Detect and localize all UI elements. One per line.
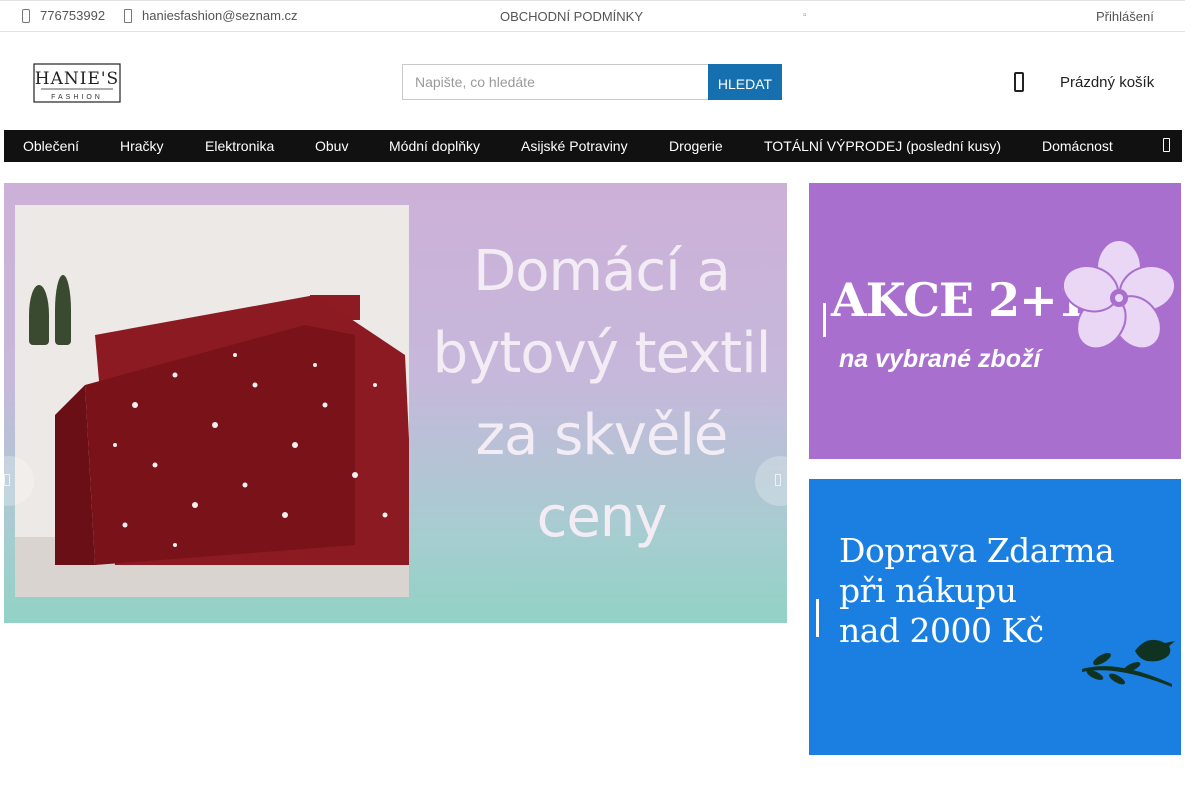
nav-item-modni-doplnky[interactable]: Módní doplňky bbox=[389, 138, 480, 154]
mail-icon bbox=[124, 8, 132, 23]
bedding-image bbox=[55, 295, 409, 565]
bedding-photo bbox=[15, 205, 409, 597]
logo[interactable]: HANIE'S FASHION bbox=[33, 62, 121, 104]
email-contact[interactable]: haniesfashion@seznam.cz bbox=[124, 8, 298, 23]
cart-icon bbox=[1014, 72, 1024, 92]
main-navigation: Oblečení Hračky Elektronika Obuv Módní d… bbox=[4, 130, 1182, 162]
nav-item-obleceni[interactable]: Oblečení bbox=[23, 138, 79, 154]
banner-doprava-text: Doprava Zdarma při nákupu nad 2000 Kč bbox=[839, 531, 1115, 650]
phone-number: 776753992 bbox=[40, 8, 106, 23]
phone-contact[interactable]: 776753992 bbox=[22, 8, 105, 23]
menu-more-icon[interactable] bbox=[1163, 138, 1170, 152]
top-bar: 776753992 haniesfashion@seznam.cz OBCHOD… bbox=[0, 0, 1185, 32]
search-input[interactable] bbox=[402, 64, 708, 100]
flower-icon bbox=[1061, 239, 1177, 350]
nav-item-hracky[interactable]: Hračky bbox=[120, 138, 164, 154]
banner-akce-subtitle: na vybrané zboží bbox=[839, 345, 1041, 373]
nav-item-drogerie[interactable]: Drogerie bbox=[669, 138, 723, 154]
banner-akce-title: AKCE 2+1 bbox=[831, 273, 1089, 327]
banner-akce[interactable]: AKCE 2+1 na vybrané zboží bbox=[809, 183, 1181, 459]
phone-icon bbox=[22, 8, 30, 23]
globe-icon[interactable]: ▫ bbox=[803, 10, 807, 21]
banner-accent-bar bbox=[823, 303, 826, 337]
nav-item-domacnost[interactable]: Domácnost bbox=[1042, 138, 1113, 154]
login-link[interactable]: Přihlášení bbox=[1096, 9, 1154, 24]
slider-headline: Domácí a bytový textil za skvělé ceny bbox=[432, 239, 772, 550]
nav-item-elektronika[interactable]: Elektronika bbox=[205, 138, 274, 154]
terms-link[interactable]: OBCHODNÍ PODMÍNKY bbox=[500, 9, 643, 24]
hero-slider[interactable]: Domácí a bytový textil za skvělé ceny bbox=[4, 183, 787, 623]
logo-mark: HANIE'S FASHION bbox=[33, 63, 121, 103]
banner-accent-bar bbox=[816, 599, 819, 637]
search-bar: HLEDAT bbox=[402, 64, 782, 100]
svg-text:HANIE'S: HANIE'S bbox=[35, 69, 119, 89]
bird-branch-icon bbox=[1082, 639, 1175, 687]
svg-text:FASHION: FASHION bbox=[51, 94, 103, 101]
nav-item-obuv[interactable]: Obuv bbox=[315, 138, 348, 154]
cart[interactable]: Prázdný košík bbox=[1014, 72, 1154, 92]
email-address: haniesfashion@seznam.cz bbox=[142, 8, 298, 23]
nav-item-asijske-potraviny[interactable]: Asijské Potraviny bbox=[521, 138, 628, 154]
banner-doprava[interactable]: Doprava Zdarma při nákupu nad 2000 Kč bbox=[809, 479, 1181, 755]
search-button[interactable]: HLEDAT bbox=[708, 64, 782, 100]
nav-item-totalni-vyprodej[interactable]: TOTÁLNÍ VÝPRODEJ (poslední kusy) bbox=[764, 138, 1001, 154]
cart-label: Prázdný košík bbox=[1060, 73, 1155, 91]
